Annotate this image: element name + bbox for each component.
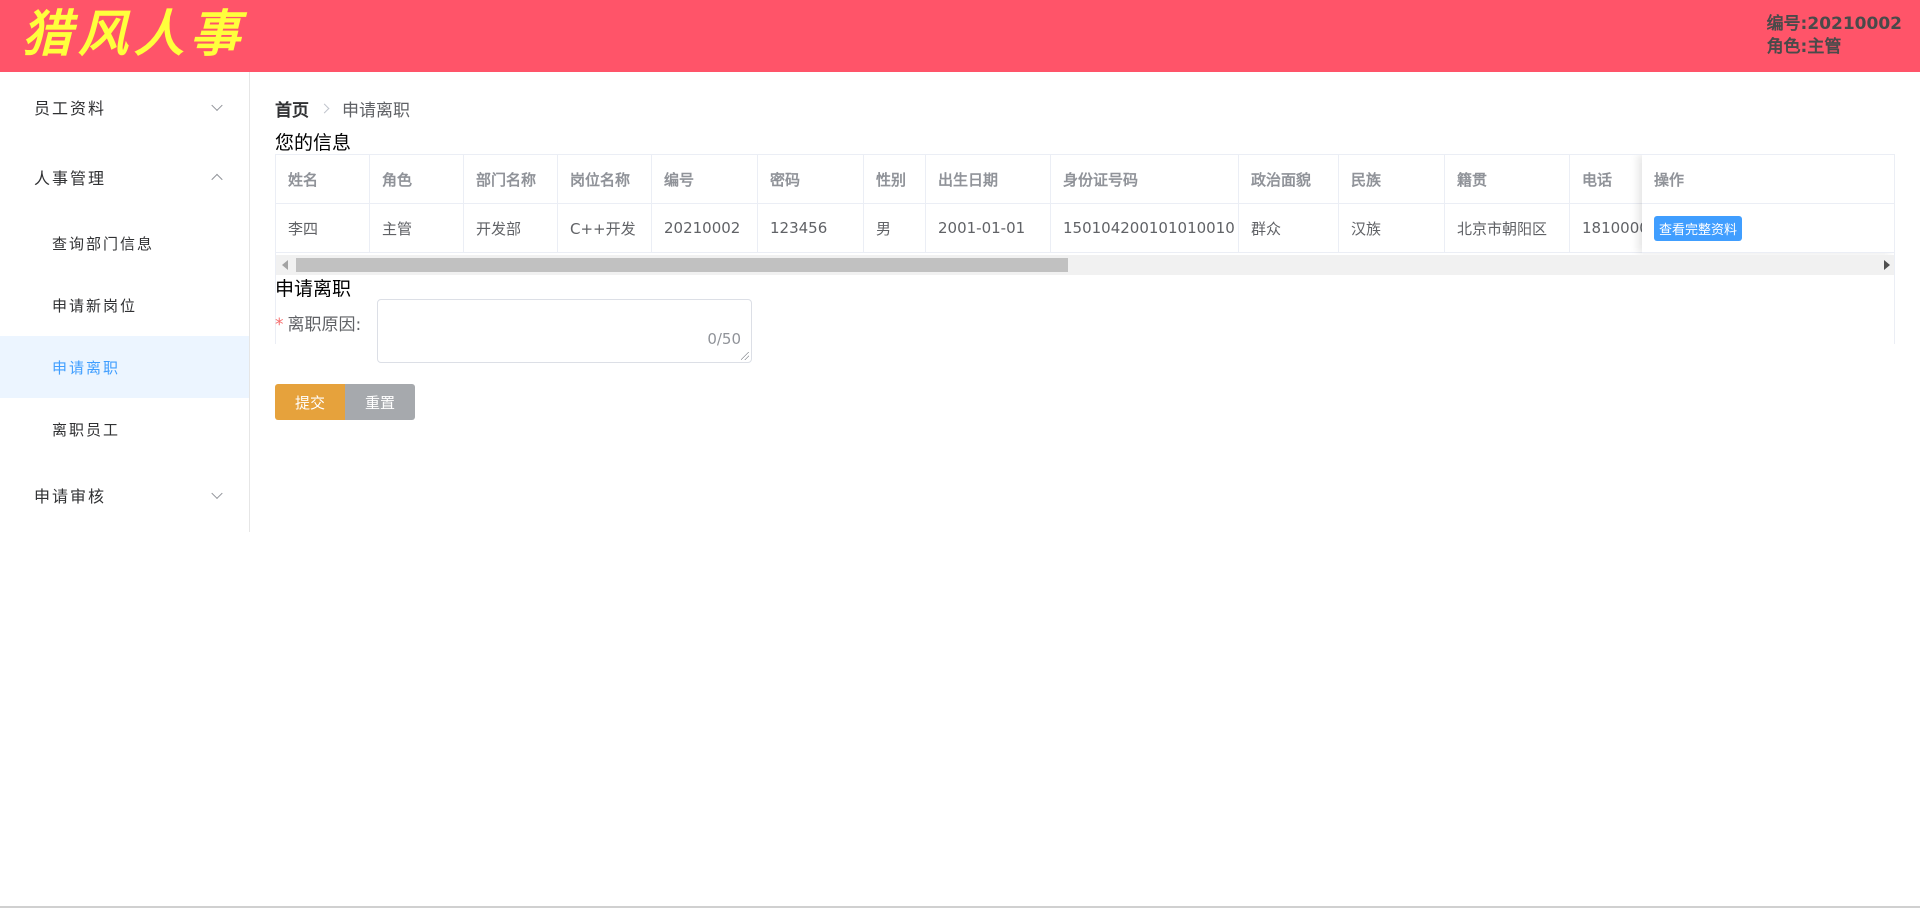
char-counter: 0/50 bbox=[707, 330, 741, 348]
reason-label: * 离职原因: bbox=[275, 310, 361, 335]
view-full-profile-button[interactable]: 查看完整资料 bbox=[1654, 215, 1743, 241]
table-cell: C++开发 bbox=[558, 204, 652, 252]
action-column-header: 操作 bbox=[1642, 155, 1894, 204]
required-asterisk: * bbox=[275, 315, 284, 335]
submit-button[interactable]: 提交 bbox=[275, 384, 345, 420]
table-header-cell: 岗位名称 bbox=[558, 155, 652, 203]
user-role: 角色:主管 bbox=[1766, 37, 1842, 57]
chevron-up-icon bbox=[211, 173, 223, 186]
chevron-right-icon bbox=[319, 103, 330, 114]
table-cell: 主管 bbox=[370, 204, 464, 252]
user-info: 编号:20210002 角色:主管 bbox=[1767, 13, 1902, 59]
table-header-cell: 籍贯 bbox=[1445, 155, 1570, 203]
table-cell: 北京市朝阳区 bbox=[1445, 204, 1570, 252]
menu-group-hr-management[interactable]: 人事管理 bbox=[0, 142, 249, 212]
fixed-action-column: 操作 查看完整资料 bbox=[1642, 155, 1894, 253]
table-cell: 李四 bbox=[276, 204, 370, 252]
resign-section-title: 申请离职 bbox=[275, 278, 352, 300]
menu-item-resigned-employees[interactable]: 离职员工 bbox=[0, 398, 249, 460]
table-cell: 男 bbox=[864, 204, 926, 252]
table-header-cell: 民族 bbox=[1339, 155, 1445, 203]
resize-handle-icon[interactable] bbox=[741, 352, 749, 360]
main-content: 首页 申请离职 您的信息 姓名 角色 部门名称 岗位名称 编号 密码 性别 出生… bbox=[250, 72, 1920, 908]
breadcrumb: 首页 申请离职 bbox=[275, 96, 410, 121]
reason-textarea[interactable]: 0/50 bbox=[377, 299, 752, 363]
menu-group-label: 人事管理 bbox=[34, 169, 107, 188]
menu-group-employee-info[interactable]: 员工资料 bbox=[0, 72, 249, 142]
menu-group-label: 员工资料 bbox=[34, 99, 107, 118]
reset-button[interactable]: 重置 bbox=[345, 384, 415, 420]
app-header: 猎风人事 编号:20210002 角色:主管 bbox=[0, 0, 1920, 72]
scrollbar-thumb[interactable] bbox=[296, 258, 1068, 272]
table-header-cell: 角色 bbox=[370, 155, 464, 203]
breadcrumb-home[interactable]: 首页 bbox=[275, 96, 309, 121]
breadcrumb-current: 申请离职 bbox=[342, 101, 410, 121]
scroll-left-icon[interactable] bbox=[282, 260, 288, 270]
table-header-cell: 姓名 bbox=[276, 155, 370, 203]
table-cell: 20210002 bbox=[652, 204, 758, 252]
chevron-down-icon bbox=[211, 99, 223, 112]
menu-group-label: 申请审核 bbox=[34, 487, 107, 506]
table-header-cell: 密码 bbox=[758, 155, 864, 203]
table-cell: 群众 bbox=[1239, 204, 1339, 252]
table-cell: 150104200101010010 bbox=[1051, 204, 1239, 252]
table-header-cell: 出生日期 bbox=[926, 155, 1051, 203]
user-id: 编号:20210002 bbox=[1766, 14, 1902, 34]
menu-item-apply-new-position[interactable]: 申请新岗位 bbox=[0, 274, 249, 336]
table-header-cell: 部门名称 bbox=[464, 155, 558, 203]
table-header-cell: 编号 bbox=[652, 155, 758, 203]
action-cell: 查看完整资料 bbox=[1642, 204, 1894, 253]
menu-item-query-department[interactable]: 查询部门信息 bbox=[0, 212, 249, 274]
table-cell: 汉族 bbox=[1339, 204, 1445, 252]
reason-label-text: 离职原因: bbox=[287, 315, 362, 335]
table-cell: 开发部 bbox=[464, 204, 558, 252]
app-logo: 猎风人事 bbox=[22, 4, 246, 63]
chevron-down-icon bbox=[211, 487, 223, 500]
table-header-cell: 身份证号码 bbox=[1051, 155, 1239, 203]
info-section-title: 您的信息 bbox=[275, 132, 352, 154]
menu-group-application-review[interactable]: 申请审核 bbox=[0, 460, 249, 530]
sidebar-menu: 员工资料 人事管理 查询部门信息 申请新岗位 申请离职 离职员工 申请审核 bbox=[0, 72, 250, 532]
horizontal-scrollbar[interactable] bbox=[276, 255, 1894, 275]
scroll-right-icon[interactable] bbox=[1884, 260, 1890, 270]
table-cell: 123456 bbox=[758, 204, 864, 252]
menu-item-apply-resignation[interactable]: 申请离职 bbox=[0, 336, 249, 398]
table-cell: 2001-01-01 bbox=[926, 204, 1051, 252]
table-header-cell: 性别 bbox=[864, 155, 926, 203]
table-header-cell: 政治面貌 bbox=[1239, 155, 1339, 203]
